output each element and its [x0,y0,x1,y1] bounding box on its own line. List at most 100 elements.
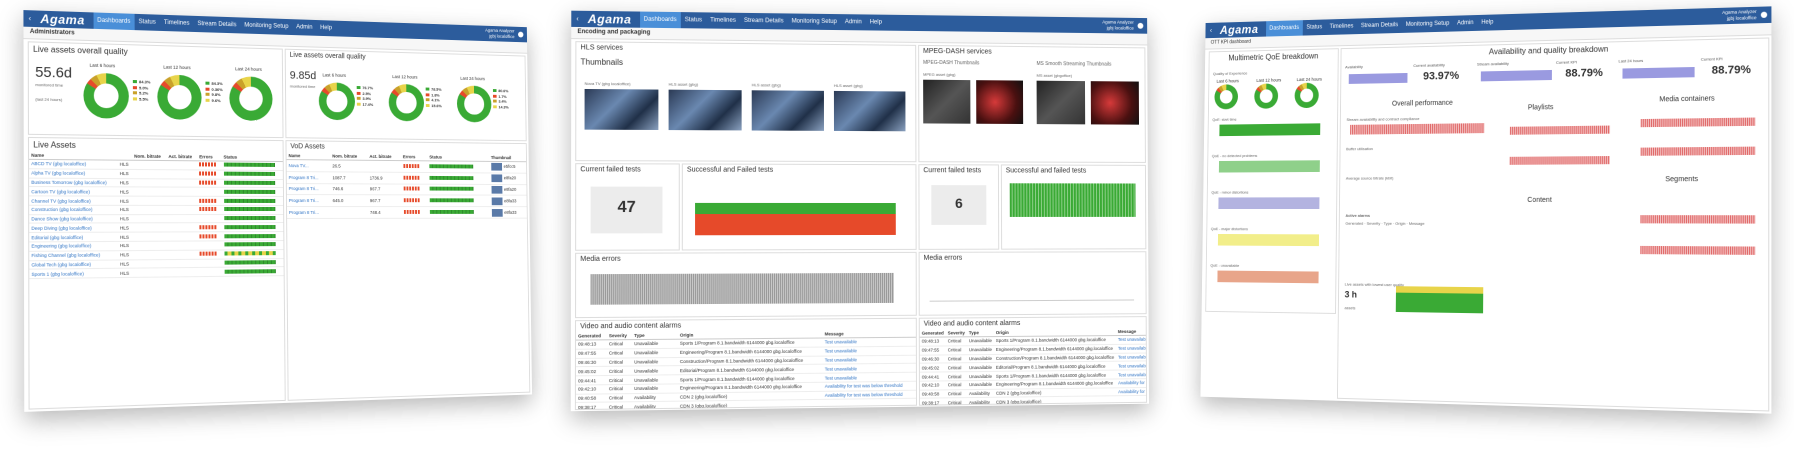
nav-item-status[interactable]: Status [1303,19,1326,35]
lowest-quality-value: 3 h [1344,289,1357,300]
alarm-message-link[interactable] [822,407,917,411]
back-arrow-icon[interactable]: ‹ [1205,27,1216,34]
success-failed-panel-2: Successful and failed tests [1000,164,1147,250]
nav-item-timelines[interactable]: Timelines [160,15,194,32]
agama-logo: Agama [40,11,85,28]
period-6h: Last 6 hours [89,62,116,69]
legend-6h: 84.3% 5.0% 5.2% 5.5% [132,79,151,102]
nav-item-status[interactable]: Status [681,12,706,28]
thumb-label-6: MS asset (gbgoffice) [1036,72,1073,79]
thumbnail-1[interactable] [584,88,659,131]
asset-name-link[interactable]: Dance Show (gbg localoffice) [29,214,118,224]
thumbnails-title: Thumbnails [580,57,624,67]
errors-cell [197,249,223,259]
errors-cell [197,178,222,188]
alarm-message-link[interactable]: Test unavailable [1116,369,1148,379]
back-arrow-icon[interactable]: ‹ [23,15,36,23]
vod-period-24h: Last 24 hours [460,75,485,82]
status-cell [221,187,284,197]
table-row[interactable]: Sports 1 (gbg localoffice) HLS [29,266,284,279]
current-kpi-value: 88.79% [1565,66,1603,80]
nav-item-admin[interactable]: Admin [292,19,316,36]
asset-name-link[interactable]: Sports 1 (gbg localoffice) [29,268,119,279]
success-failed-chart-2 [1009,183,1136,217]
thumbnail-2[interactable] [668,89,742,131]
asset-name-link[interactable]: Cartoon TV (gbg localoffice) [29,186,118,197]
asset-name-link[interactable]: Business Tomorrow (gbg localoffice) [29,177,118,188]
table-row[interactable]: Construction (gbg localoffice) HLS [29,205,284,215]
status-cell [221,178,283,188]
asset-type: HLS [117,241,133,251]
vod-name-link[interactable]: Program 8 Tri... [286,171,331,184]
nav-item-dashboards[interactable]: Dashboards [639,11,681,29]
errors-cell [197,187,222,197]
table-row[interactable]: Program 8 Tri... 748.4 e8fa33 [287,206,527,219]
alarm-message-link[interactable]: Availability for test was below threshol… [1116,377,1148,388]
nav-item-stream-details[interactable]: Stream Details [740,13,788,30]
table-row[interactable]: Program 8 Tri... 645.0 967.7 e8fa33 [286,194,527,207]
vod-monitored-time-value: 9.85d [289,69,317,83]
thumbnail-5[interactable] [923,79,971,124]
asset-name-link[interactable]: Deep Diving (gbg localoffice) [29,223,118,233]
alarm-message-link[interactable] [822,398,917,409]
thumbnail-7[interactable] [1036,80,1086,125]
nav-item-timelines[interactable]: Timelines [706,12,740,28]
nav-item-admin[interactable]: Admin [1453,15,1477,32]
settings-icon[interactable] [518,31,524,38]
vod-name-link[interactable]: Program 8 Tri... [287,206,331,219]
vod-name-link[interactable]: Nova TV... [286,159,331,172]
nav-item-help[interactable]: Help [1477,14,1497,30]
alarm-message-link[interactable]: Test unavailable [1116,334,1148,345]
nav-item-stream-details[interactable]: Stream Details [193,16,240,34]
asset-name-link[interactable]: Alpha TV (gbg localoffice) [29,168,118,179]
alarm-message-link[interactable]: Test unavailable [1116,360,1148,371]
alarm-message-link[interactable] [1116,395,1148,405]
errors-cell [197,169,222,179]
alarms-panel-2: Video and audio content alarms Generated… [918,316,1148,406]
errors-cell [401,160,428,173]
qoe-donut-12h [1254,83,1279,109]
table-row[interactable]: Program 8 Tri... 746.6 967.7 e8fa20 [286,183,527,196]
failed-tests-panel-2: Current failed tests 6 [918,164,1000,250]
panel-title: Multimetric QoE breakdown [1228,51,1319,63]
errors-cell [401,206,429,219]
thumb-label-5: MPEG asset (gbg) [923,71,956,78]
alarm-message-link[interactable]: Test unavailable [1116,352,1148,362]
thumbnail-4[interactable] [833,90,906,132]
nav-item-help[interactable]: Help [316,20,336,36]
vod-name-link[interactable]: Program 8 Tri... [286,183,331,195]
asset-type: HLS [117,259,133,269]
availability-chart [1348,72,1408,84]
vod-name-link[interactable]: Program 8 Tri... [286,194,331,207]
qoe-donut-6h [1214,84,1239,110]
nav-item-timelines[interactable]: Timelines [1326,19,1357,35]
nav-item-admin[interactable]: Admin [841,14,866,30]
period-24h: Last 24 hours [235,66,262,72]
asset-name-link[interactable]: Channel TV (gbg localoffice) [29,196,118,206]
settings-icon[interactable] [1137,22,1144,29]
thumbnail-8[interactable] [1090,81,1140,125]
nav-item-dashboards[interactable]: Dashboards [1265,20,1303,37]
nav-item-help[interactable]: Help [866,14,886,30]
table-row[interactable]: Channel TV (gbg localoffice) HLS [29,196,284,206]
stream-availability-chart [1480,69,1552,82]
asset-name-link[interactable]: Editorial (gbg localoffice) [29,232,118,242]
back-arrow-icon[interactable]: ‹ [571,15,583,22]
thumbnail-3[interactable] [751,90,825,131]
alarm-message-link[interactable]: Test unavailable [1116,343,1148,353]
nav-item-stream-details[interactable]: Stream Details [1357,17,1402,34]
nav-item-monitoring-setup[interactable]: Monitoring Setup [240,17,292,35]
alarm-message-link[interactable]: Availability for test was below threshol… [1116,386,1148,397]
asset-name-link[interactable]: Construction (gbg localoffice) [29,205,118,215]
nav-item-dashboards[interactable]: Dashboards [93,12,135,31]
quality-donut-12h [157,74,202,120]
thumbnail-6[interactable] [976,80,1024,125]
status-cell [222,266,284,277]
media-errors-panel-2: Media errors [918,251,1147,316]
nav-item-monitoring-setup[interactable]: Monitoring Setup [1402,16,1453,33]
nav-item-status[interactable]: Status [134,14,159,31]
settings-icon[interactable] [1760,11,1768,19]
nav-item-monitoring-setup[interactable]: Monitoring Setup [788,13,841,30]
errors-cell [401,183,428,196]
errors-cell [197,232,223,242]
